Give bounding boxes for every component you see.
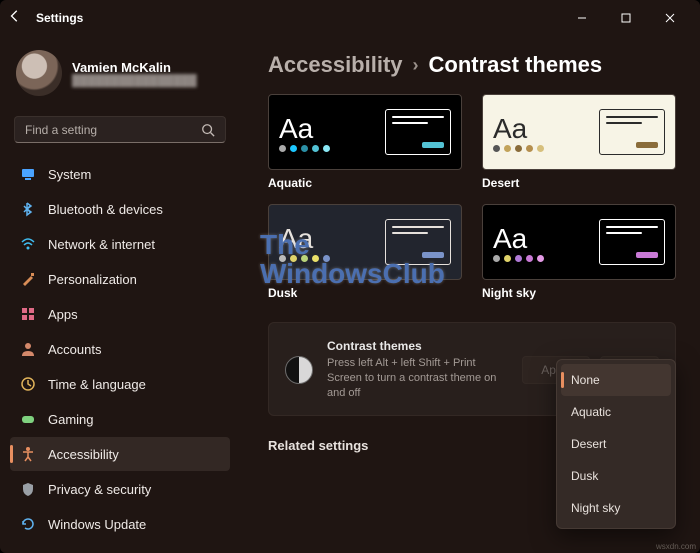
- sidebar-item-network-internet[interactable]: Network & internet: [10, 227, 230, 261]
- window-title: Settings: [36, 11, 83, 25]
- nav-label: Apps: [48, 307, 78, 322]
- shield-icon: [20, 481, 36, 497]
- theme-label: Night sky: [482, 286, 676, 300]
- theme-grid: Aa Aquatic Aa Desert Aa: [268, 94, 676, 300]
- nav-list: System Bluetooth & devices Network & inter…: [10, 157, 230, 541]
- titlebar: Settings: [0, 0, 700, 36]
- brush-icon: [20, 271, 36, 287]
- sidebar-item-privacy-security[interactable]: Privacy & security: [10, 472, 230, 506]
- sidebar-item-bluetooth-devices[interactable]: Bluetooth & devices: [10, 192, 230, 226]
- wifi-icon: [20, 236, 36, 252]
- card-description: Press left Alt + left Shift + Print Scre…: [327, 356, 508, 401]
- nav-label: Accessibility: [48, 447, 119, 462]
- sidebar-item-personalization[interactable]: Personalization: [10, 262, 230, 296]
- color-swatches: [279, 145, 330, 152]
- profile-email: ████████████████: [72, 75, 197, 87]
- theme-thumbnail[interactable]: Aa: [268, 204, 462, 280]
- sidebar: Vamien McKalin ████████████████ System Bl…: [0, 36, 240, 553]
- theme-night-sky[interactable]: Aa Night sky: [482, 204, 676, 300]
- breadcrumb-current: Contrast themes: [429, 52, 603, 78]
- nav-label: Gaming: [48, 412, 94, 427]
- sidebar-item-accounts[interactable]: Accounts: [10, 332, 230, 366]
- breadcrumb-parent[interactable]: Accessibility: [268, 52, 403, 78]
- theme-dusk[interactable]: Aa Dusk: [268, 204, 462, 300]
- nav-label: Windows Update: [48, 517, 146, 532]
- nav-label: Time & language: [48, 377, 146, 392]
- contrast-icon: [285, 356, 313, 384]
- theme-label: Dusk: [268, 286, 462, 300]
- window-preview-icon: [599, 219, 665, 265]
- dropdown-option-none[interactable]: None: [561, 364, 671, 396]
- sidebar-item-gaming[interactable]: Gaming: [10, 402, 230, 436]
- profile[interactable]: Vamien McKalin ████████████████: [10, 44, 230, 108]
- nav-label: Bluetooth & devices: [48, 202, 163, 217]
- sidebar-item-apps[interactable]: Apps: [10, 297, 230, 331]
- nav-label: Personalization: [48, 272, 137, 287]
- profile-name: Vamien McKalin: [72, 60, 197, 75]
- search-icon: [201, 123, 215, 137]
- sample-text: Aa: [279, 223, 330, 255]
- accessibility-icon: [20, 446, 36, 462]
- time-icon: [20, 376, 36, 392]
- back-button[interactable]: [8, 9, 22, 28]
- theme-aquatic[interactable]: Aa Aquatic: [268, 94, 462, 190]
- dropdown-option-desert[interactable]: Desert: [561, 428, 671, 460]
- search-box[interactable]: [14, 116, 226, 143]
- dropdown-option-night-sky[interactable]: Night sky: [561, 492, 671, 524]
- gaming-icon: [20, 411, 36, 427]
- color-swatches: [493, 145, 544, 152]
- nav-label: Network & internet: [48, 237, 155, 252]
- sidebar-item-windows-update[interactable]: Windows Update: [10, 507, 230, 541]
- theme-thumbnail[interactable]: Aa: [268, 94, 462, 170]
- theme-desert[interactable]: Aa Desert: [482, 94, 676, 190]
- close-button[interactable]: [648, 3, 692, 33]
- dropdown-option-dusk[interactable]: Dusk: [561, 460, 671, 492]
- maximize-button[interactable]: [604, 3, 648, 33]
- sidebar-item-accessibility[interactable]: Accessibility: [10, 437, 230, 471]
- theme-dropdown[interactable]: NoneAquaticDesertDuskNight sky: [556, 359, 676, 529]
- color-swatches: [279, 255, 330, 262]
- color-swatches: [493, 255, 544, 262]
- account-icon: [20, 341, 36, 357]
- footer-mark: wsxdn.com: [656, 542, 696, 551]
- content: Accessibility › Contrast themes Aa Aquat…: [240, 36, 700, 553]
- dropdown-option-aquatic[interactable]: Aquatic: [561, 396, 671, 428]
- breadcrumb: Accessibility › Contrast themes: [268, 52, 676, 78]
- theme-label: Aquatic: [268, 176, 462, 190]
- bluetooth-icon: [20, 201, 36, 217]
- nav-label: System: [48, 167, 91, 182]
- minimize-button[interactable]: [560, 3, 604, 33]
- window-preview-icon: [385, 219, 451, 265]
- avatar: [16, 50, 62, 96]
- search-input[interactable]: [25, 123, 201, 137]
- sample-text: Aa: [493, 113, 544, 145]
- sample-text: Aa: [493, 223, 544, 255]
- card-title: Contrast themes: [327, 339, 508, 353]
- window-preview-icon: [385, 109, 451, 155]
- apps-icon: [20, 306, 36, 322]
- nav-label: Accounts: [48, 342, 101, 357]
- theme-label: Desert: [482, 176, 676, 190]
- chevron-right-icon: ›: [413, 55, 419, 76]
- system-icon: [20, 166, 36, 182]
- sample-text: Aa: [279, 113, 330, 145]
- window-preview-icon: [599, 109, 665, 155]
- theme-thumbnail[interactable]: Aa: [482, 94, 676, 170]
- nav-label: Privacy & security: [48, 482, 151, 497]
- settings-window: Settings Vamien McKalin ████████████████…: [0, 0, 700, 553]
- sidebar-item-time-language[interactable]: Time & language: [10, 367, 230, 401]
- theme-thumbnail[interactable]: Aa: [482, 204, 676, 280]
- sidebar-item-system[interactable]: System: [10, 157, 230, 191]
- update-icon: [20, 516, 36, 532]
